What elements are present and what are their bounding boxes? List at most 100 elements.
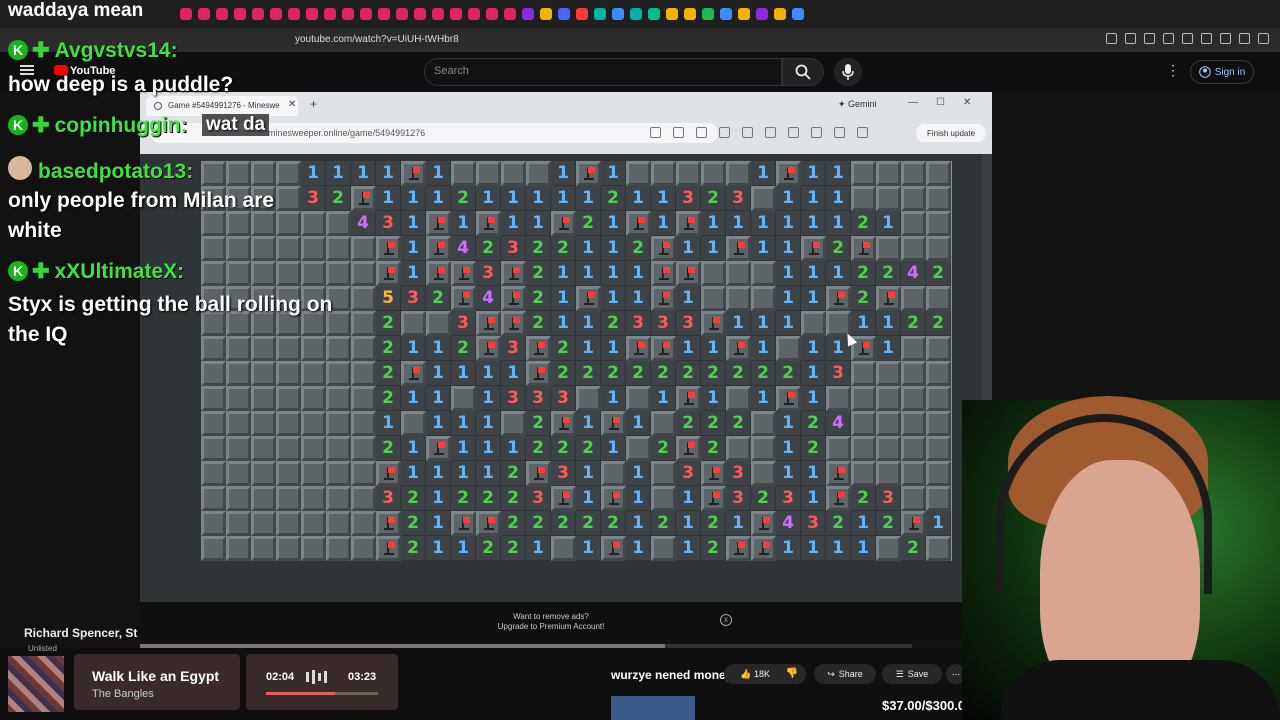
closed-cell[interactable]	[351, 286, 376, 311]
number-cell[interactable]: 1	[576, 336, 601, 361]
closed-cell[interactable]	[701, 161, 726, 186]
number-cell[interactable]: 3	[551, 461, 576, 486]
number-cell[interactable]: 2	[501, 511, 526, 536]
flag-cell[interactable]	[426, 261, 451, 286]
closed-cell[interactable]	[351, 386, 376, 411]
flag-cell[interactable]	[851, 236, 876, 261]
number-cell[interactable]: 2	[851, 211, 876, 236]
number-cell[interactable]: 1	[401, 461, 426, 486]
number-cell[interactable]: 1	[526, 211, 551, 236]
number-cell[interactable]: 3	[801, 511, 826, 536]
number-cell[interactable]: 1	[651, 386, 676, 411]
number-cell[interactable]: 1	[801, 261, 826, 286]
closed-cell[interactable]	[226, 461, 251, 486]
flag-cell[interactable]	[501, 286, 526, 311]
minesweeper-board[interactable]: 1111111111321112111112113231114311112111…	[201, 161, 952, 561]
share-page-icon[interactable]	[673, 127, 684, 138]
number-cell[interactable]: 2	[376, 436, 401, 461]
browser-tab-icon[interactable]	[612, 8, 624, 20]
browser-tab-icon[interactable]	[234, 8, 246, 20]
outer-address-bar[interactable]	[0, 28, 1280, 52]
closed-cell[interactable]	[851, 386, 876, 411]
closed-cell[interactable]	[926, 536, 951, 561]
closed-cell[interactable]	[426, 311, 451, 336]
browser-tab-icon[interactable]	[720, 8, 732, 20]
inner-url-text[interactable]: minesweeper.online/game/5494991276	[268, 128, 425, 138]
browser-tab-icon[interactable]	[360, 8, 372, 20]
browser-tab-icon[interactable]	[666, 8, 678, 20]
flag-cell[interactable]	[526, 361, 551, 386]
closed-cell[interactable]	[326, 261, 351, 286]
number-cell[interactable]: 1	[751, 336, 776, 361]
flag-cell[interactable]	[676, 386, 701, 411]
number-cell[interactable]: 1	[801, 336, 826, 361]
number-cell[interactable]: 1	[426, 336, 451, 361]
browser-tab-icon[interactable]	[594, 8, 606, 20]
closed-cell[interactable]	[926, 186, 951, 211]
browser-tab-icon[interactable]	[324, 8, 336, 20]
closed-cell[interactable]	[926, 336, 951, 361]
number-cell[interactable]: 3	[626, 311, 651, 336]
number-cell[interactable]: 1	[626, 536, 651, 561]
number-cell[interactable]: 2	[801, 436, 826, 461]
number-cell[interactable]: 2	[726, 411, 751, 436]
closed-cell[interactable]	[226, 361, 251, 386]
number-cell[interactable]: 2	[701, 411, 726, 436]
number-cell[interactable]: 1	[801, 286, 826, 311]
number-cell[interactable]: 1	[876, 211, 901, 236]
number-cell[interactable]: 1	[776, 236, 801, 261]
closed-cell[interactable]	[401, 311, 426, 336]
number-cell[interactable]: 1	[801, 361, 826, 386]
closed-cell[interactable]	[326, 386, 351, 411]
number-cell[interactable]: 1	[476, 436, 501, 461]
number-cell[interactable]: 1	[626, 511, 651, 536]
closed-cell[interactable]	[351, 486, 376, 511]
browser-tab-icon[interactable]	[684, 8, 696, 20]
flag-cell[interactable]	[601, 486, 626, 511]
closed-cell[interactable]	[276, 386, 301, 411]
closed-cell[interactable]	[776, 336, 801, 361]
number-cell[interactable]: 1	[651, 186, 676, 211]
number-cell[interactable]: 1	[776, 261, 801, 286]
number-cell[interactable]: 2	[926, 311, 951, 336]
closed-cell[interactable]	[926, 161, 951, 186]
number-cell[interactable]: 1	[426, 161, 451, 186]
gemini-button[interactable]: ✦ Gemini	[838, 99, 877, 110]
number-cell[interactable]: 1	[576, 536, 601, 561]
closed-cell[interactable]	[901, 236, 926, 261]
number-cell[interactable]: 2	[326, 186, 351, 211]
browser-tab-icon[interactable]	[432, 8, 444, 20]
closed-cell[interactable]	[326, 411, 351, 436]
closed-cell[interactable]	[926, 386, 951, 411]
closed-cell[interactable]	[201, 161, 226, 186]
flag-cell[interactable]	[551, 486, 576, 511]
closed-cell[interactable]	[326, 211, 351, 236]
browser-tab-icon[interactable]	[792, 8, 804, 20]
browser-tab-icon[interactable]	[540, 8, 552, 20]
number-cell[interactable]: 1	[526, 536, 551, 561]
closed-cell[interactable]	[326, 236, 351, 261]
closed-cell[interactable]	[276, 436, 301, 461]
closed-cell[interactable]	[326, 536, 351, 561]
closed-cell[interactable]	[751, 186, 776, 211]
number-cell[interactable]: 1	[576, 311, 601, 336]
closed-cell[interactable]	[651, 411, 676, 436]
number-cell[interactable]: 1	[626, 486, 651, 511]
number-cell[interactable]: 3	[776, 486, 801, 511]
flag-cell[interactable]	[426, 436, 451, 461]
flag-cell[interactable]	[351, 186, 376, 211]
closed-cell[interactable]	[501, 161, 526, 186]
number-cell[interactable]: 1	[576, 261, 601, 286]
number-cell[interactable]: 1	[801, 486, 826, 511]
closed-cell[interactable]	[351, 261, 376, 286]
closed-cell[interactable]	[726, 261, 751, 286]
number-cell[interactable]: 1	[826, 161, 851, 186]
number-cell[interactable]: 2	[526, 261, 551, 286]
closed-cell[interactable]	[276, 461, 301, 486]
number-cell[interactable]: 2	[901, 536, 926, 561]
number-cell[interactable]: 1	[576, 186, 601, 211]
number-cell[interactable]: 1	[376, 186, 401, 211]
number-cell[interactable]: 1	[751, 386, 776, 411]
closed-cell[interactable]	[651, 536, 676, 561]
number-cell[interactable]: 2	[476, 536, 501, 561]
